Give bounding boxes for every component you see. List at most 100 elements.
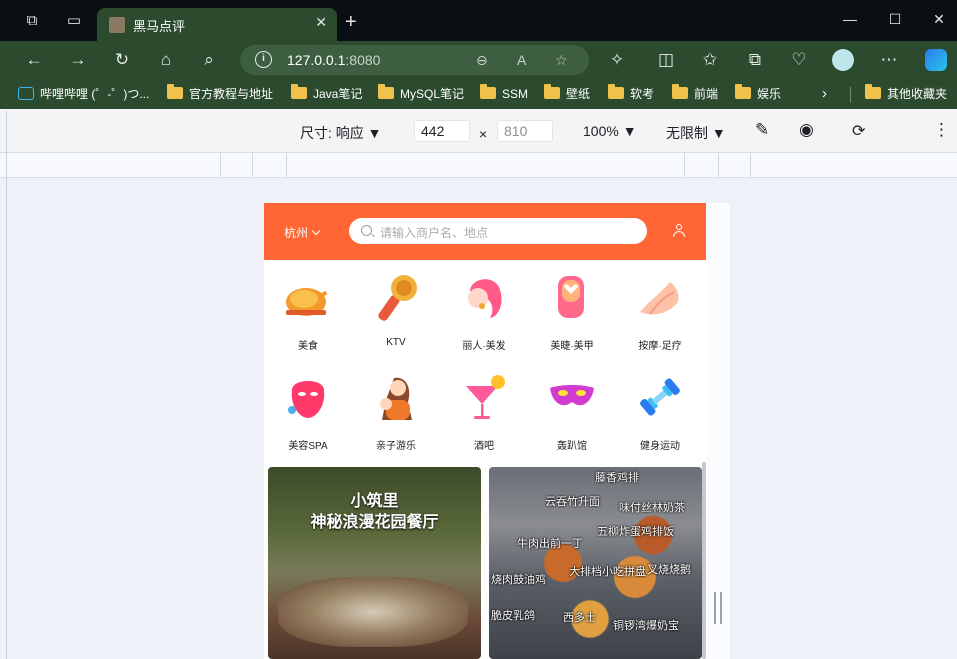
bookmark-folder[interactable]: MySQL笔记 [378,84,464,103]
page-scrollbar[interactable] [702,462,706,659]
bookmark-folder[interactable]: 前端 [672,84,718,103]
folder-icon [167,84,183,99]
more-options-icon[interactable]: ⋮ [933,120,950,140]
folder-icon [865,84,881,99]
folder-icon [480,84,496,99]
app-header: 杭州 请输入商户名、地点 [264,203,706,260]
address-input[interactable]: i 127.0.0.1:8080 ⊖ A ☆ [240,45,589,75]
favorite-star-icon[interactable]: ☆ [555,52,568,69]
parent-child-icon [380,377,412,420]
profile-avatar[interactable] [832,49,854,71]
category-spa[interactable]: 美容SPA [264,366,352,456]
panel-border [6,111,7,659]
read-aloud-icon[interactable]: A [517,52,526,68]
search-placeholder: 请输入商户名、地点 [380,226,489,240]
rotate-icon[interactable]: ⟳ [852,121,865,141]
category-hair[interactable]: 丽人·美发 [440,266,528,356]
cocktail-icon [466,375,505,419]
bookmark-folder[interactable]: 软考 [608,84,654,103]
category-kids[interactable]: 亲子游乐 [352,366,440,456]
dumbbell-icon [640,378,680,416]
folder-icon [735,84,751,99]
hair-icon [468,279,502,318]
nail-icon [558,276,584,318]
category-fitness[interactable]: 健身运动 [616,366,704,456]
category-ktv[interactable]: KTV [352,266,440,356]
city-selector[interactable]: 杭州 [284,224,321,241]
tab-actions-icon[interactable]: ▭ [65,13,83,29]
media-query-ruler [0,153,957,178]
bookmark-folder[interactable]: Java笔记 [291,84,362,103]
workspaces-icon[interactable]: ⧉ [23,13,41,29]
minimize-icon[interactable]: — [840,11,860,27]
split-screen-icon[interactable]: ◫ [656,51,676,69]
category-party[interactable]: 轰趴馆 [528,366,616,456]
browser-essentials-icon[interactable]: ♡ [789,51,809,69]
width-input[interactable]: 442 [414,120,470,142]
search-input[interactable]: 请输入商户名、地点 [349,218,647,244]
zoom-out-icon[interactable]: ⊖ [476,52,488,69]
bookmarks-divider [850,87,851,103]
viewport-resize-handle[interactable] [714,592,722,624]
vision-icon[interactable]: ◉ [799,120,814,140]
collections-icon[interactable]: ⧉ [745,51,765,69]
tab-title: 黑马点评 [133,19,186,34]
search-icon [361,225,372,236]
more-menu-icon[interactable]: ⋯ [879,51,899,69]
bookmarks-bar: 哔哩哔哩 (゜-゜)つ... 官方教程与地址 Java笔记 MySQL笔记 SS… [0,79,957,109]
folder-icon [608,84,624,99]
folder-icon [672,84,688,99]
bookmark-folder[interactable]: 娱乐 [735,84,781,103]
blog-card[interactable]: 藤香鸡排 云吞竹升面 味付丝林奶茶 牛肉出前一丁 五柳炸蛋鸡排饭 烧肉鼓油鸡 大… [489,467,702,659]
search-icon[interactable]: ⌕ [199,51,219,69]
zoom-dropdown[interactable]: 100% ▼ [583,123,637,139]
device-toolbar: 尺寸: 响应 ▼ 442 × 810 100% ▼ 无限制 ▼ ✎ ◉ ⟳ ⋮ [0,109,957,153]
bookmark-folder[interactable]: 官方教程与地址 [167,84,273,103]
favorites-icon[interactable]: ✩ [700,51,720,69]
dimensions-dropdown[interactable]: 尺寸: 响应 ▼ [300,123,382,143]
site-info-icon[interactable]: i [255,51,272,68]
massage-icon [640,282,679,315]
chevron-down-icon [311,226,321,236]
folder-icon [544,84,560,99]
extensions-icon[interactable]: ✧ [607,51,627,69]
times-sign: × [479,126,488,142]
back-icon[interactable]: ← [24,51,44,69]
bookmark-folder[interactable]: 壁纸 [544,84,590,103]
tab-close-icon[interactable]: ✕ [315,14,327,31]
app-page: 杭州 请输入商户名、地点 美食 KTV 丽人·美发 美睫·美甲 按摩·足疗 美容… [264,203,706,659]
height-input[interactable]: 810 [497,120,553,142]
bookmarks-overflow-icon[interactable]: › [822,85,827,103]
user-icon[interactable] [673,224,685,238]
home-icon[interactable]: ⌂ [156,51,176,69]
viewport-right-margin [706,203,730,659]
address-toolbar: ← → ↻ ⌂ ⌕ i 127.0.0.1:8080 ⊖ A ☆ ✧ ◫ ✩ ⧉… [0,41,957,79]
address-url: 127.0.0.1:8080 [287,52,381,68]
maximize-icon[interactable]: ☐ [885,11,905,28]
refresh-icon[interactable]: ↻ [112,51,132,69]
bookmark-folder[interactable]: SSM [480,84,528,103]
browser-title-bar: ⧉ ▭ 黑马点评 ✕ + — ☐ ✕ [0,0,957,41]
folder-icon [378,84,394,99]
category-massage[interactable]: 按摩·足疗 [616,266,704,356]
card-title-line2: 神秘浪漫花园餐厅 [310,514,439,531]
category-food[interactable]: 美食 [264,266,352,356]
new-tab-icon[interactable]: + [345,12,357,32]
face-mask-icon [288,381,325,418]
bookmark-item[interactable]: 哔哩哔哩 (゜-゜)つ... [18,85,149,103]
folder-icon [291,84,307,99]
throttle-dropdown[interactable]: 无限制 ▼ [666,123,726,143]
category-bar[interactable]: 酒吧 [440,366,528,456]
roast-chicken-icon [286,288,330,316]
close-window-icon[interactable]: ✕ [929,11,949,28]
restaurant-photo [278,577,468,647]
blog-card[interactable]: 小筑里 神秘浪漫花园餐厅 [268,467,481,659]
bilibili-icon [18,87,34,100]
category-nail[interactable]: 美睫·美甲 [528,266,616,356]
copilot-icon[interactable] [925,49,947,71]
eyedropper-icon[interactable]: ✎ [755,120,769,140]
other-bookmarks-folder[interactable]: 其他收藏夹 [865,84,947,103]
browser-tab[interactable]: 黑马点评 ✕ [97,8,337,41]
party-mask-icon [550,385,594,406]
forward-icon[interactable]: → [68,51,88,69]
